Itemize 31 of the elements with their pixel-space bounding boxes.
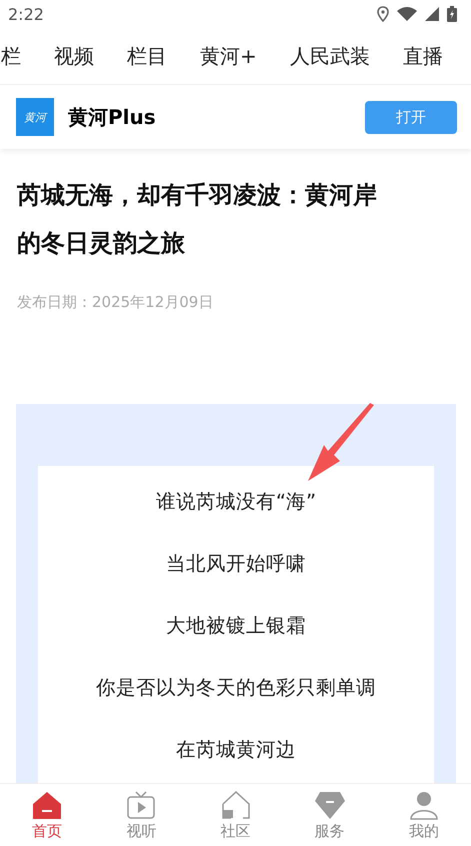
poem-line: 你是否以为冬天的色彩只剩单调: [96, 675, 376, 701]
person-icon: [408, 790, 439, 820]
channel-tab[interactable]: 黄河+: [200, 42, 257, 70]
location-icon: [377, 6, 389, 22]
channel-tab[interactable]: 人民武装: [290, 42, 370, 70]
app-name: 黄河Plus: [68, 104, 156, 130]
house-icon: [220, 790, 250, 820]
nav-item[interactable]: 我的: [376, 784, 471, 846]
channel-tab[interactable]: 栏目: [127, 42, 167, 70]
poem-line: 在芮城黄河边: [176, 737, 296, 763]
channel-tab[interactable]: 直播: [402, 42, 443, 70]
poem-line: 当北风开始呼啸: [166, 551, 306, 577]
poem-line: 大地被镀上银霜: [166, 613, 306, 639]
nav-item[interactable]: 社区: [188, 784, 283, 846]
arrow-icon: [306, 403, 376, 483]
publish-date: 发布日期：2025年12月09日: [17, 293, 214, 312]
nav-item[interactable]: 服务: [282, 784, 377, 846]
home-icon: [32, 790, 62, 820]
tv-play-icon: [126, 790, 156, 820]
poem-line: 谁说芮城没有“海”: [156, 489, 316, 515]
battery-icon: [447, 6, 457, 22]
nav-item[interactable]: 首页: [0, 784, 94, 846]
app-logo: 黄河: [16, 98, 54, 136]
signal-icon: [425, 7, 439, 21]
channel-tab[interactable]: 栏: [1, 42, 21, 70]
article-title: 芮城无海，却有千羽凌波：黄河岸的冬日灵韵之旅: [17, 180, 378, 259]
diamond-icon: [314, 790, 346, 820]
nav-item[interactable]: 视听: [94, 784, 188, 846]
wifi-icon: [397, 7, 417, 21]
status-time: 2:22: [8, 4, 44, 24]
channel-tab[interactable]: 视频: [54, 42, 94, 70]
